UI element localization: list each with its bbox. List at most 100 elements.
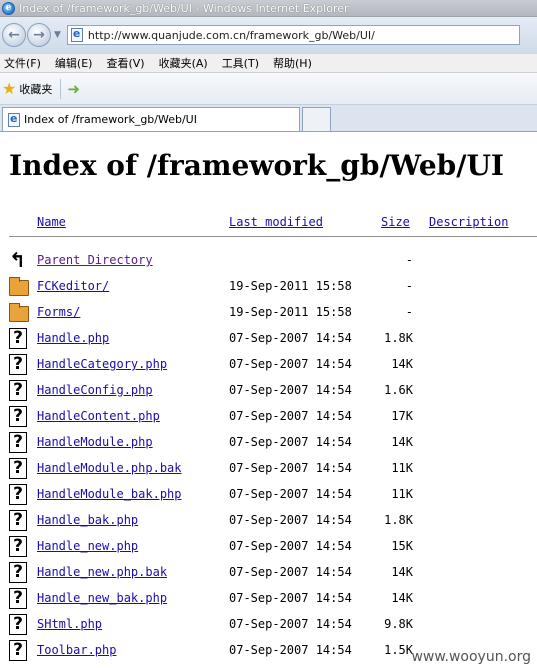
page-icon bbox=[8, 112, 20, 127]
forward-button[interactable]: → bbox=[27, 23, 51, 47]
menu-bar: 文件(F) 编辑(E) 查看(V) 收藏夹(A) 工具(T) 帮助(H) bbox=[0, 53, 537, 73]
unknown-file-icon: ? bbox=[9, 640, 29, 662]
unknown-file-icon: ? bbox=[9, 458, 29, 480]
table-row: ↰ Parent Directory - bbox=[0, 250, 537, 276]
menu-edit[interactable]: 编辑(E) bbox=[55, 55, 93, 71]
address-bar[interactable]: http://www.quanjude.com.cn/framework_gb/… bbox=[66, 25, 520, 45]
last-modified: 07-Sep-2007 14:54 bbox=[229, 435, 352, 449]
column-header-size[interactable]: Size bbox=[381, 215, 410, 229]
question-mark-glyph: ? bbox=[9, 380, 27, 401]
table-row: ? Handle_new.php.bak 07-Sep-2007 14:54 14K bbox=[0, 562, 537, 588]
page-title: Index of /framework_gb/Web/UI bbox=[9, 149, 504, 182]
file-size: 1.6K bbox=[384, 383, 413, 397]
menu-help[interactable]: 帮助(H) bbox=[273, 55, 312, 71]
back-arrow-icon: ← bbox=[8, 27, 20, 43]
last-modified: 07-Sep-2007 14:54 bbox=[229, 643, 352, 657]
unknown-file-icon: ? bbox=[9, 432, 29, 454]
file-link[interactable]: Handle.php bbox=[37, 331, 109, 345]
window-titlebar: e Index of /framework_gb/Web/UI - Window… bbox=[0, 0, 537, 17]
file-link[interactable]: Parent Directory bbox=[37, 253, 153, 267]
last-modified: 07-Sep-2007 14:54 bbox=[229, 461, 352, 475]
file-link[interactable]: Toolbar.php bbox=[37, 643, 116, 657]
folder-shape bbox=[9, 277, 29, 296]
table-row: ? HandleContent.php 07-Sep-2007 14:54 17K bbox=[0, 406, 537, 432]
window-title: Index of /framework_gb/Web/UI - Windows … bbox=[19, 1, 349, 15]
file-link[interactable]: HandleCategory.php bbox=[37, 357, 167, 371]
unknown-file-icon: ? bbox=[9, 562, 29, 584]
file-size: - bbox=[405, 279, 413, 293]
file-link[interactable]: HandleContent.php bbox=[37, 409, 160, 423]
file-size: 1.8K bbox=[384, 331, 413, 345]
menu-file[interactable]: 文件(F) bbox=[4, 55, 41, 71]
favorites-bar: ★ 收藏夹 ➜ bbox=[0, 73, 537, 105]
last-modified: 07-Sep-2007 14:54 bbox=[229, 591, 352, 605]
unknown-file-icon: ? bbox=[9, 328, 29, 350]
file-link[interactable]: Handle_new.php.bak bbox=[37, 565, 167, 579]
last-modified: 07-Sep-2007 14:54 bbox=[229, 331, 352, 345]
file-size: - bbox=[405, 305, 413, 319]
question-mark-glyph: ? bbox=[9, 432, 27, 453]
folder-icon bbox=[9, 276, 29, 298]
last-modified: 07-Sep-2007 14:54 bbox=[229, 487, 352, 501]
back-button[interactable]: ← bbox=[2, 23, 26, 47]
history-dropdown-icon[interactable]: ▼ bbox=[54, 30, 61, 40]
watermark: www.wooyun.org bbox=[411, 649, 531, 665]
forward-arrow-icon: → bbox=[33, 27, 45, 43]
question-mark-glyph: ? bbox=[9, 588, 27, 609]
column-header-description[interactable]: Description bbox=[429, 215, 508, 229]
column-header-name[interactable]: Name bbox=[37, 215, 66, 229]
file-link[interactable]: SHtml.php bbox=[37, 617, 102, 631]
file-size: 9.8K bbox=[384, 617, 413, 631]
file-link[interactable]: HandleModule.php bbox=[37, 435, 153, 449]
unknown-file-icon: ? bbox=[9, 406, 29, 428]
page-content: Index of /framework_gb/Web/UI Name Last … bbox=[0, 132, 537, 668]
menu-tools[interactable]: 工具(T) bbox=[222, 55, 259, 71]
unknown-file-icon: ? bbox=[9, 354, 29, 376]
table-row: ? Handle_bak.php 07-Sep-2007 14:54 1.8K bbox=[0, 510, 537, 536]
file-link[interactable]: Handle_bak.php bbox=[37, 513, 138, 527]
table-row: FCKeditor/19-Sep-2011 15:58 - bbox=[0, 276, 537, 302]
file-size: - bbox=[405, 253, 413, 267]
table-row: ? HandleModule.php.bak 07-Sep-2007 14:54 11… bbox=[0, 458, 537, 484]
file-link[interactable]: Handle_new.php bbox=[37, 539, 138, 553]
unknown-file-icon: ? bbox=[9, 484, 29, 506]
last-modified: 07-Sep-2007 14:54 bbox=[229, 409, 352, 423]
last-modified: 07-Sep-2007 14:54 bbox=[229, 617, 352, 631]
question-mark-glyph: ? bbox=[9, 536, 27, 557]
last-modified: 19-Sep-2011 15:58 bbox=[229, 305, 352, 319]
table-row: ? HandleModule.php 07-Sep-2007 14:54 14K bbox=[0, 432, 537, 458]
last-modified: 07-Sep-2007 14:54 bbox=[229, 357, 352, 371]
table-row: Forms/19-Sep-2011 15:58 - bbox=[0, 302, 537, 328]
question-mark-glyph: ? bbox=[9, 562, 27, 583]
folder-shape bbox=[9, 303, 29, 322]
table-row: ? Handle.php 07-Sep-2007 14:54 1.8K bbox=[0, 328, 537, 354]
column-header-modified[interactable]: Last modified bbox=[229, 215, 323, 229]
file-link[interactable]: HandleModule_bak.php bbox=[37, 487, 182, 501]
menu-favorites[interactable]: 收藏夹(A) bbox=[159, 55, 208, 71]
favorites-button[interactable]: 收藏夹 bbox=[19, 81, 52, 97]
file-link[interactable]: HandleConfig.php bbox=[37, 383, 153, 397]
unknown-file-icon: ? bbox=[9, 536, 29, 558]
tab-active[interactable]: Index of /framework_gb/Web/UI bbox=[2, 107, 300, 131]
file-link[interactable]: HandleModule.php.bak bbox=[37, 461, 182, 475]
file-link[interactable]: Forms/ bbox=[37, 305, 80, 319]
new-tab-button[interactable] bbox=[302, 107, 331, 131]
unknown-file-icon: ? bbox=[9, 614, 29, 636]
menu-view[interactable]: 查看(V) bbox=[106, 55, 144, 71]
question-mark-glyph: ? bbox=[9, 614, 27, 635]
back-arrow-glyph: ↰ bbox=[9, 248, 26, 272]
star-icon[interactable]: ★ bbox=[2, 79, 16, 98]
unknown-file-icon: ? bbox=[9, 380, 29, 402]
header-divider bbox=[9, 236, 537, 237]
question-mark-glyph: ? bbox=[9, 354, 27, 375]
add-favorite-icon[interactable]: ➜ bbox=[67, 80, 80, 98]
last-modified: 07-Sep-2007 14:54 bbox=[229, 539, 352, 553]
question-mark-glyph: ? bbox=[9, 458, 27, 479]
file-link[interactable]: Handle_new_bak.php bbox=[37, 591, 167, 605]
address-url[interactable]: http://www.quanjude.com.cn/framework_gb/… bbox=[88, 29, 375, 42]
last-modified: 07-Sep-2007 14:54 bbox=[229, 383, 352, 397]
file-size: 14K bbox=[391, 357, 413, 371]
file-size: 14K bbox=[391, 591, 413, 605]
back-arrow-icon: ↰ bbox=[9, 250, 29, 272]
file-link[interactable]: FCKeditor/ bbox=[37, 279, 109, 293]
